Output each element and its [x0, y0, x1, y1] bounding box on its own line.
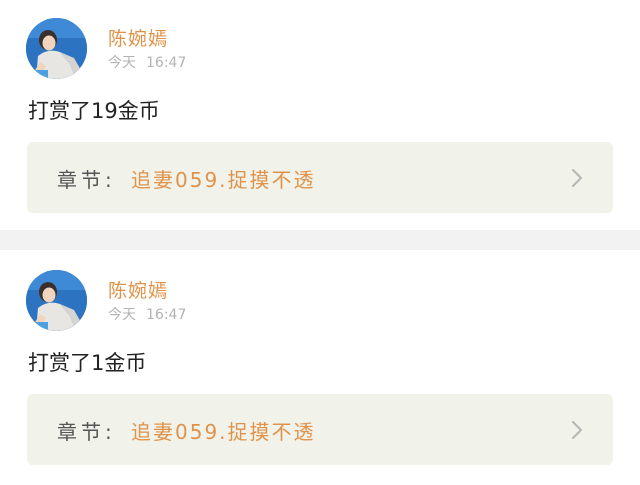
reward-card: 陈婉嫣 今天 16:47 打赏了19金币 章节: 追妻059.捉摸不透 [0, 0, 640, 230]
reward-message: 打赏了19金币 [28, 99, 160, 123]
chapter-link[interactable]: 章节: 追妻059.捉摸不透 [27, 394, 613, 465]
reward-card: 陈婉嫣 今天 16:47 打赏了1金币 章节: 追妻059.捉摸不透 [0, 252, 640, 482]
chapter-prefix: 章节: [57, 168, 116, 192]
chevron-right-icon [571, 420, 583, 440]
username[interactable]: 陈婉嫣 [108, 276, 168, 303]
timestamp: 今天 16:47 [108, 304, 196, 324]
avatar[interactable] [26, 270, 87, 331]
chapter-prefix: 章节: [57, 420, 116, 444]
user-avatar-photo [26, 270, 87, 331]
username[interactable]: 陈婉嫣 [108, 24, 168, 51]
avatar[interactable] [26, 18, 87, 79]
timestamp-clock: 16:47 [146, 307, 187, 323]
chapter-title: 追妻059.捉摸不透 [131, 168, 316, 192]
chevron-right-icon [571, 168, 583, 188]
timestamp: 今天 16:47 [108, 52, 196, 72]
chapter-title: 追妻059.捉摸不透 [131, 420, 316, 444]
timestamp-day: 今天 [108, 55, 136, 71]
card-separator [0, 230, 640, 250]
reward-feed: 陈婉嫣 今天 16:47 打赏了19金币 章节: 追妻059.捉摸不透 陈婉嫣 … [0, 0, 640, 485]
timestamp-day: 今天 [108, 307, 136, 323]
user-avatar-photo [26, 18, 87, 79]
reward-message: 打赏了1金币 [28, 351, 147, 375]
timestamp-clock: 16:47 [146, 55, 187, 71]
chapter-link[interactable]: 章节: 追妻059.捉摸不透 [27, 142, 613, 213]
